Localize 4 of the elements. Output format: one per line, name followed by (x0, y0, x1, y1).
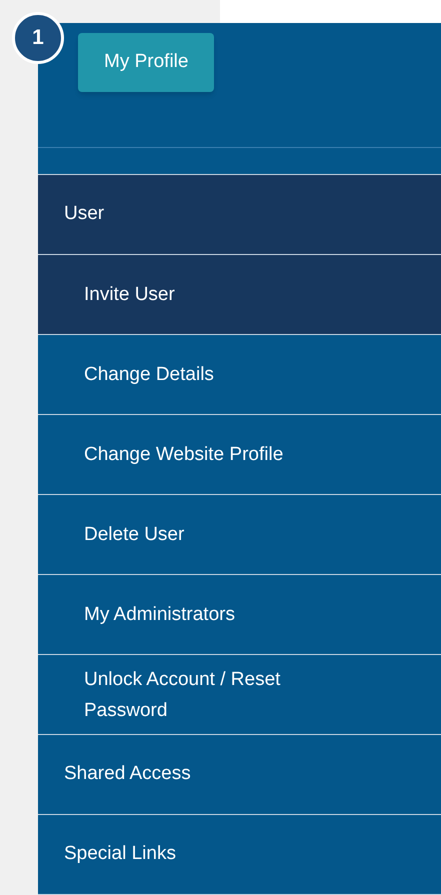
my-profile-button[interactable]: My Profile (78, 33, 214, 92)
step-badge: 1 (12, 12, 64, 64)
menu-item[interactable]: User (38, 175, 441, 255)
submenu-item[interactable]: Invite User (38, 255, 441, 335)
